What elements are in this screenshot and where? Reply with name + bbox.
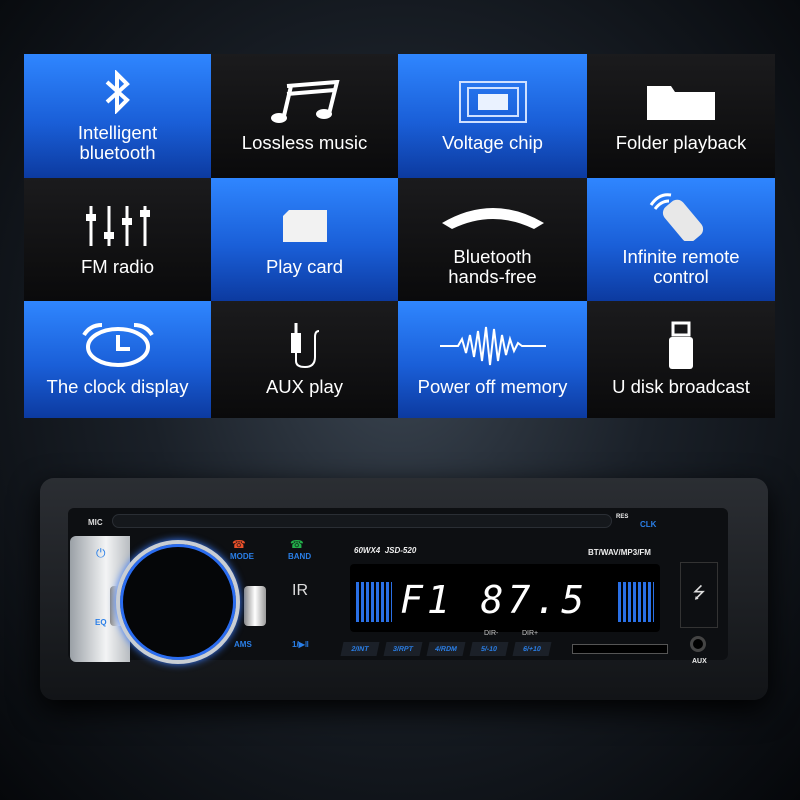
- ams-button[interactable]: AMS: [234, 640, 252, 649]
- phone-handset-icon: [438, 193, 548, 239]
- alarm-clock-icon: [80, 322, 156, 369]
- feature-label: Bluetooth hands-free: [448, 245, 537, 287]
- folder-icon: [645, 79, 717, 125]
- feature-play-card: Play card: [211, 178, 398, 301]
- preset-6-button[interactable]: 6/+10: [512, 642, 552, 656]
- mode-phone-icon: ☎: [232, 539, 246, 551]
- feature-lossless-music: Lossless music: [211, 54, 398, 178]
- power-text: 60WX4: [354, 546, 381, 555]
- clk-button[interactable]: CLK: [640, 520, 656, 529]
- play-pause-button[interactable]: 1/▶‖: [292, 640, 309, 649]
- band-button[interactable]: BAND: [288, 552, 311, 561]
- feature-label: Power off memory: [417, 375, 568, 397]
- usb-port[interactable]: ⭍: [680, 562, 718, 628]
- aux-label: AUX: [692, 658, 707, 665]
- feature-clock-display: The clock display: [24, 301, 211, 418]
- feature-label: Voltage chip: [442, 132, 543, 153]
- spectrum-right: [618, 582, 654, 622]
- remote-control-icon: [645, 192, 717, 241]
- feature-bluetooth: Intelligent bluetooth: [24, 54, 211, 178]
- formats-label: BT/WAV/MP3/FM: [588, 548, 651, 557]
- preset-2-button[interactable]: 2/INT: [340, 642, 380, 656]
- feature-folder-playback: Folder playback: [587, 54, 775, 178]
- feature-label: AUX play: [265, 375, 344, 397]
- feature-fm-radio: FM radio: [24, 178, 211, 301]
- feature-u-disk: U disk broadcast: [587, 301, 775, 418]
- band-phone-icon: ☎: [290, 539, 304, 551]
- preset-3-button[interactable]: 3/RPT: [383, 642, 423, 656]
- sd-card-icon: [281, 203, 329, 249]
- aux-jack[interactable]: [690, 636, 706, 652]
- mic-label: MIC: [88, 518, 103, 527]
- power-rating: 60WX4 JSD-520: [354, 546, 416, 555]
- ir-sensor-icon: IR: [292, 582, 308, 599]
- power-icon[interactable]: ⏻: [96, 546, 106, 561]
- cd-slot: [112, 514, 612, 528]
- feature-label: Infinite remote control: [622, 245, 740, 287]
- dir-plus-label: DIR+: [522, 630, 539, 637]
- bluetooth-icon: [103, 69, 133, 115]
- feature-label: Folder playback: [615, 132, 747, 153]
- lcd-display: F1 87.5: [350, 564, 660, 632]
- preset-4-button[interactable]: 4/RDM: [426, 642, 466, 656]
- feature-remote-control: Infinite remote control: [587, 178, 775, 301]
- usb-drive-icon: [666, 321, 696, 369]
- volume-knob[interactable]: [116, 540, 240, 664]
- feature-label: U disk broadcast: [612, 375, 750, 397]
- feature-label: FM radio: [81, 255, 154, 277]
- model-text: JSD-520: [384, 546, 417, 555]
- res-label: RES: [616, 514, 629, 520]
- car-radio: MIC RES CLK ⏻ EQ ☎ MODE ☎ BAND IR AMS 1/…: [40, 478, 768, 700]
- mode-button[interactable]: MODE: [230, 552, 254, 561]
- aux-cable-icon: [285, 322, 325, 369]
- sd-card-slot[interactable]: [572, 644, 668, 654]
- next-button[interactable]: [244, 586, 266, 626]
- feature-label: Play card: [265, 255, 344, 277]
- sound-wave-icon: [438, 323, 548, 369]
- feature-grid: Intelligent bluetooth Lossless music Vol…: [24, 54, 775, 418]
- feature-aux-play: AUX play: [211, 301, 398, 418]
- frequency-readout: F1 87.5: [400, 578, 589, 622]
- dir-minus-label: DIR-: [484, 630, 499, 637]
- chip-icon: [456, 79, 530, 125]
- spectrum-left: [356, 582, 392, 622]
- preset-5-button[interactable]: 5/-10: [469, 642, 509, 656]
- feature-bluetooth-handsfree: Bluetooth hands-free: [398, 178, 587, 301]
- feature-label: Lossless music: [241, 132, 368, 153]
- music-note-icon: [267, 79, 343, 125]
- eq-button[interactable]: EQ: [95, 618, 107, 627]
- equalizer-sliders-icon: [83, 203, 153, 249]
- feature-label: Intelligent bluetooth: [77, 122, 158, 163]
- feature-power-off-memory: Power off memory: [398, 301, 587, 418]
- feature-voltage-chip: Voltage chip: [398, 54, 587, 178]
- feature-label: The clock display: [46, 375, 189, 397]
